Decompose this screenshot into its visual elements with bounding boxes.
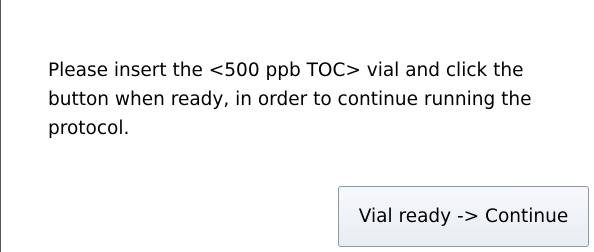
instruction-dialog: Please insert the <500 ppb TOC> vial and… <box>0 0 594 252</box>
instruction-message: Please insert the <500 ppb TOC> vial and… <box>48 60 532 139</box>
vial-ready-continue-button[interactable]: Vial ready -> Continue <box>338 186 589 247</box>
